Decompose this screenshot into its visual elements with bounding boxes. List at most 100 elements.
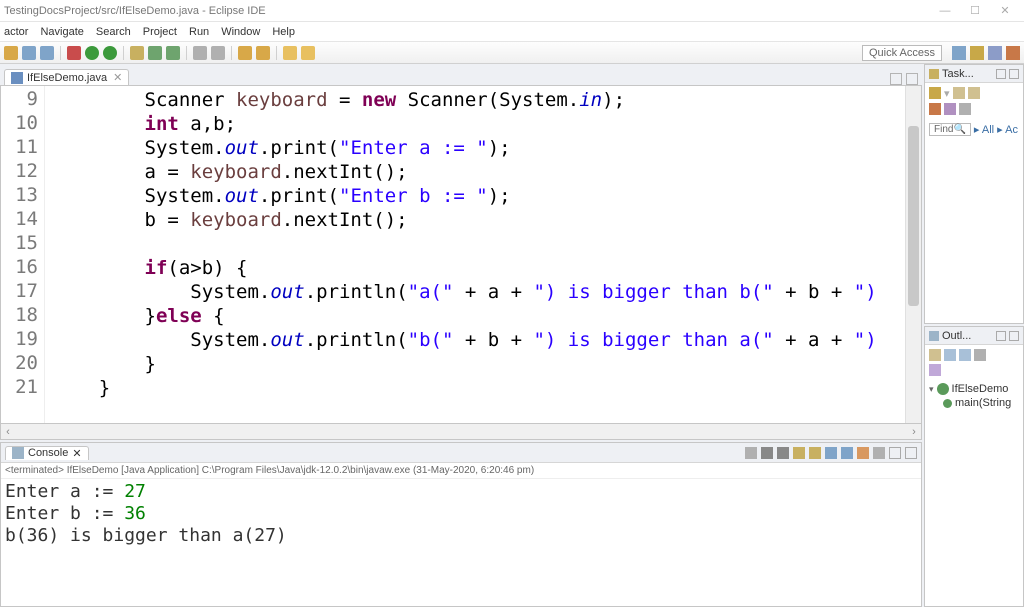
- coverage-icon[interactable]: [103, 46, 117, 60]
- debug-icon[interactable]: [67, 46, 81, 60]
- new-class-icon[interactable]: [148, 46, 162, 60]
- remove-all-icon[interactable]: [777, 447, 789, 459]
- save-icon[interactable]: [22, 46, 36, 60]
- run-icon[interactable]: [85, 46, 99, 60]
- method-icon: [943, 399, 952, 408]
- menu-item[interactable]: Project: [143, 26, 177, 38]
- console-tab[interactable]: Console ✕: [5, 446, 89, 460]
- new-console-icon[interactable]: [873, 447, 885, 459]
- collapse-all-icon[interactable]: [944, 103, 956, 115]
- pin-console-icon[interactable]: [825, 447, 837, 459]
- link-editor-icon[interactable]: [929, 364, 941, 376]
- outline-tree-class[interactable]: ▾ IfElseDemo: [929, 382, 1019, 396]
- hide-static-icon[interactable]: [959, 349, 971, 361]
- perspective-switcher: [952, 46, 1020, 60]
- console-panel: Console ✕ <terminate: [0, 442, 922, 607]
- focus-outline-icon[interactable]: [974, 349, 986, 361]
- console-output[interactable]: Enter a := 27Enter b := 36b(36) is bigge…: [1, 479, 921, 606]
- new-type-icon[interactable]: [166, 46, 180, 60]
- annotation-icon[interactable]: [238, 46, 252, 60]
- console-header: Console ✕: [1, 443, 921, 463]
- java-file-icon: [11, 72, 23, 84]
- maximize-button[interactable]: ☐: [960, 4, 990, 17]
- java-perspective-icon[interactable]: [970, 46, 984, 60]
- horizontal-scrollbar[interactable]: ‹ ›: [0, 424, 922, 440]
- editor-tab-active[interactable]: IfElseDemo.java ✕: [4, 69, 129, 85]
- task-list-view: Task... ▾ Find🔍 ▸: [924, 64, 1024, 324]
- minimize-view-icon[interactable]: [890, 73, 902, 85]
- forward-icon[interactable]: [301, 46, 315, 60]
- search-icon[interactable]: [211, 46, 225, 60]
- console-status: <terminated> IfElseDemo [Java Applicatio…: [1, 463, 921, 479]
- menu-item[interactable]: Window: [221, 26, 260, 38]
- menu-bar: actor Navigate Search Project Run Window…: [0, 22, 1024, 42]
- outline-tree-method[interactable]: main(String: [929, 396, 1019, 410]
- debug-perspective-icon[interactable]: [988, 46, 1002, 60]
- task-filter-ac[interactable]: ▸ Ac: [997, 123, 1018, 136]
- close-button[interactable]: ✕: [990, 4, 1020, 17]
- maximize-task-icon[interactable]: [1009, 69, 1019, 79]
- code-body[interactable]: Scanner keyboard = new Scanner(System.in…: [45, 86, 905, 423]
- menu-item[interactable]: Run: [189, 26, 209, 38]
- outline-view-icon: [929, 331, 939, 341]
- maximize-view-icon[interactable]: [906, 73, 918, 85]
- terminate-icon[interactable]: [745, 447, 757, 459]
- maximize-outline-icon[interactable]: [1009, 331, 1019, 341]
- editor-tab-bar: IfElseDemo.java ✕: [0, 64, 922, 85]
- other-perspective-icon[interactable]: [1006, 46, 1020, 60]
- focus-icon[interactable]: [959, 103, 971, 115]
- task-filter-all[interactable]: ▸ All: [974, 123, 994, 136]
- console-icon: [12, 447, 24, 459]
- scroll-left-icon[interactable]: ‹: [1, 426, 15, 438]
- menu-item[interactable]: Search: [96, 26, 131, 38]
- maximize-console-icon[interactable]: [905, 447, 917, 459]
- open-perspective-icon[interactable]: [952, 46, 966, 60]
- console-tab-label: Console: [28, 447, 68, 459]
- code-editor[interactable]: 9 10 11 12 13 14 15 16 17 18 19 20 21 Sc…: [0, 85, 922, 424]
- minimize-console-icon[interactable]: [889, 447, 901, 459]
- task-view-title: Task...: [942, 68, 974, 80]
- schedule-icon[interactable]: [968, 87, 980, 99]
- task-filter-input[interactable]: Find🔍: [929, 123, 971, 136]
- center-column: IfElseDemo.java ✕ 9 10 11 12 13 14 15 16…: [0, 64, 922, 607]
- scroll-lock-icon[interactable]: [809, 447, 821, 459]
- outline-view-title: Outl...: [942, 330, 971, 342]
- vertical-scrollbar[interactable]: [905, 86, 921, 423]
- minimize-task-icon[interactable]: [996, 69, 1006, 79]
- display-selected-icon[interactable]: [841, 447, 853, 459]
- menu-item[interactable]: Help: [272, 26, 295, 38]
- categorize-icon[interactable]: [953, 87, 965, 99]
- new-icon[interactable]: [4, 46, 18, 60]
- new-package-icon[interactable]: [130, 46, 144, 60]
- main-toolbar: Quick Access: [0, 42, 1024, 64]
- close-tab-icon[interactable]: ✕: [113, 71, 122, 84]
- close-console-tab-icon[interactable]: ✕: [72, 447, 81, 460]
- menu-item[interactable]: actor: [4, 26, 28, 38]
- workspace: IfElseDemo.java ✕ 9 10 11 12 13 14 15 16…: [0, 64, 1024, 607]
- minimize-button[interactable]: —: [930, 5, 960, 17]
- title-bar: TestingDocsProject/src/IfElseDemo.java -…: [0, 0, 1024, 22]
- synchronize-icon[interactable]: [929, 103, 941, 115]
- class-icon: [937, 383, 949, 395]
- minimize-outline-icon[interactable]: [996, 331, 1006, 341]
- clear-console-icon[interactable]: [793, 447, 805, 459]
- hide-fields-icon[interactable]: [944, 349, 956, 361]
- editor-tab-label: IfElseDemo.java: [27, 72, 107, 84]
- line-number-gutter: 9 10 11 12 13 14 15 16 17 18 19 20 21: [1, 86, 45, 423]
- save-all-icon[interactable]: [40, 46, 54, 60]
- outline-view: Outl... ▾ IfElseDemo: [924, 326, 1024, 607]
- window-title: TestingDocsProject/src/IfElseDemo.java -…: [4, 5, 266, 17]
- console-toolbar: [745, 447, 921, 459]
- next-annotation-icon[interactable]: [256, 46, 270, 60]
- quick-access[interactable]: Quick Access: [862, 45, 942, 61]
- scrollbar-thumb[interactable]: [908, 126, 919, 306]
- scroll-right-icon[interactable]: ›: [907, 426, 921, 438]
- menu-item[interactable]: Navigate: [40, 26, 83, 38]
- side-column: Task... ▾ Find🔍 ▸: [922, 64, 1024, 607]
- back-icon[interactable]: [283, 46, 297, 60]
- open-console-icon[interactable]: [857, 447, 869, 459]
- sort-icon[interactable]: [929, 349, 941, 361]
- new-task-icon[interactable]: [929, 87, 941, 99]
- remove-launch-icon[interactable]: [761, 447, 773, 459]
- open-type-icon[interactable]: [193, 46, 207, 60]
